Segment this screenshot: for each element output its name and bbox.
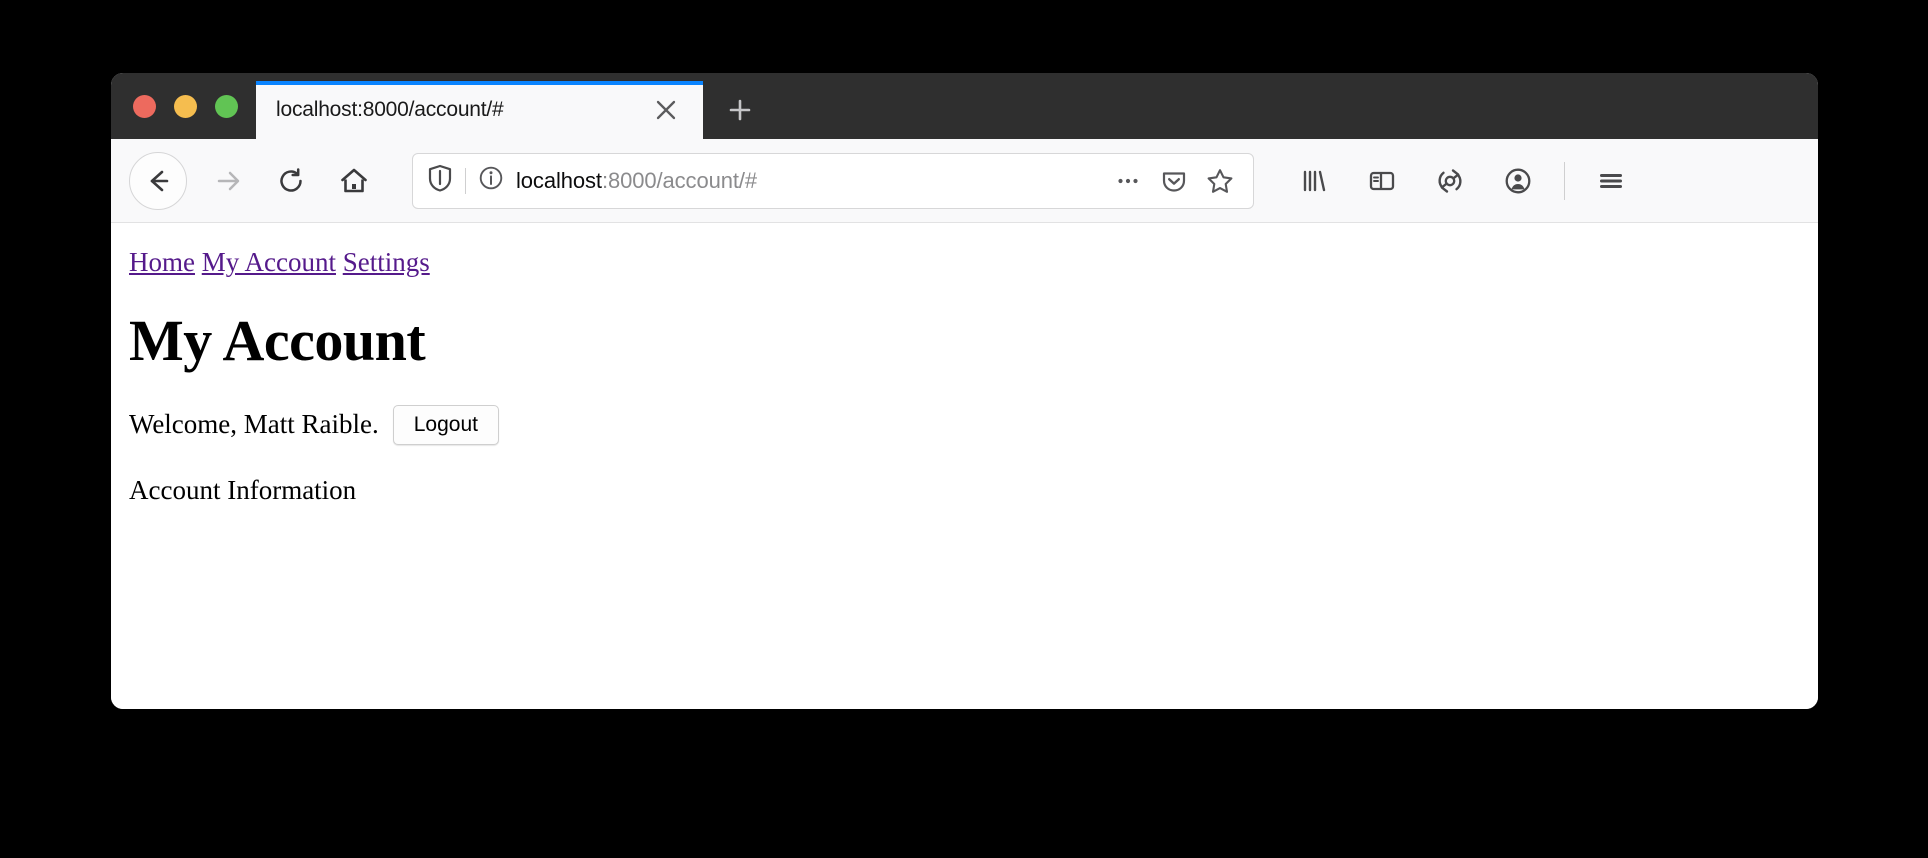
site-info-icon[interactable] [478,165,504,196]
browser-tab-active[interactable]: localhost:8000/account/# [256,81,703,139]
logout-button[interactable]: Logout [392,404,499,446]
reload-button-icon[interactable] [264,154,318,208]
toolbar-separator [1564,161,1565,200]
forward-button-icon[interactable] [201,154,255,208]
sync-icon[interactable] [1423,154,1477,208]
page-content: Home My Account Settings My Account Welc… [111,223,1818,709]
window-maximize-button[interactable] [215,94,238,118]
address-bar[interactable]: localhost:8000/account/# [412,152,1254,209]
pocket-icon[interactable] [1153,160,1195,202]
window-close-button[interactable] [133,94,156,118]
tab-bar: localhost:8000/account/# [111,73,1818,139]
library-icon[interactable] [1287,154,1341,208]
urlbar-identity-box[interactable] [427,164,504,197]
browser-window: localhost:8000/account/# localhost:8000/… [111,73,1818,709]
navigation-toolbar: localhost:8000/account/# [111,139,1818,223]
url-host: localhost [516,167,602,193]
welcome-message: Welcome, Matt Raible. [129,409,379,440]
account-information-label: Account Information [129,475,357,506]
nav-link-home[interactable]: Home [129,247,195,277]
page-body: Home My Account Settings My Account Welc… [111,233,1818,506]
urlbar-separator [465,167,466,194]
window-traffic-lights [111,73,256,139]
toolbar-right-group [1280,154,1645,208]
address-bar-url[interactable]: localhost:8000/account/# [504,168,1103,194]
window-minimize-button[interactable] [174,94,197,118]
home-button-icon[interactable] [327,154,381,208]
tracking-protection-shield-icon[interactable] [427,164,453,197]
tab-strip: localhost:8000/account/# [256,73,1818,139]
site-navigation: Home My Account Settings [129,233,1798,278]
nav-link-settings[interactable]: Settings [343,247,430,277]
sidebar-toggle-icon[interactable] [1355,154,1409,208]
bookmark-star-icon[interactable] [1199,160,1241,202]
nav-link-my-account[interactable]: My Account [202,247,336,277]
page-actions-icon[interactable] [1107,160,1149,202]
page-title: My Account [129,308,426,374]
url-path: :8000/account/# [601,167,758,193]
back-button-icon[interactable] [129,151,187,210]
welcome-row: Welcome, Matt Raible. Logout [129,404,1798,446]
new-tab-button[interactable] [711,81,769,139]
tab-close-icon[interactable] [643,87,689,133]
hamburger-menu-icon[interactable] [1584,154,1638,208]
tab-title: localhost:8000/account/# [276,98,504,121]
account-avatar-icon[interactable] [1491,154,1545,208]
